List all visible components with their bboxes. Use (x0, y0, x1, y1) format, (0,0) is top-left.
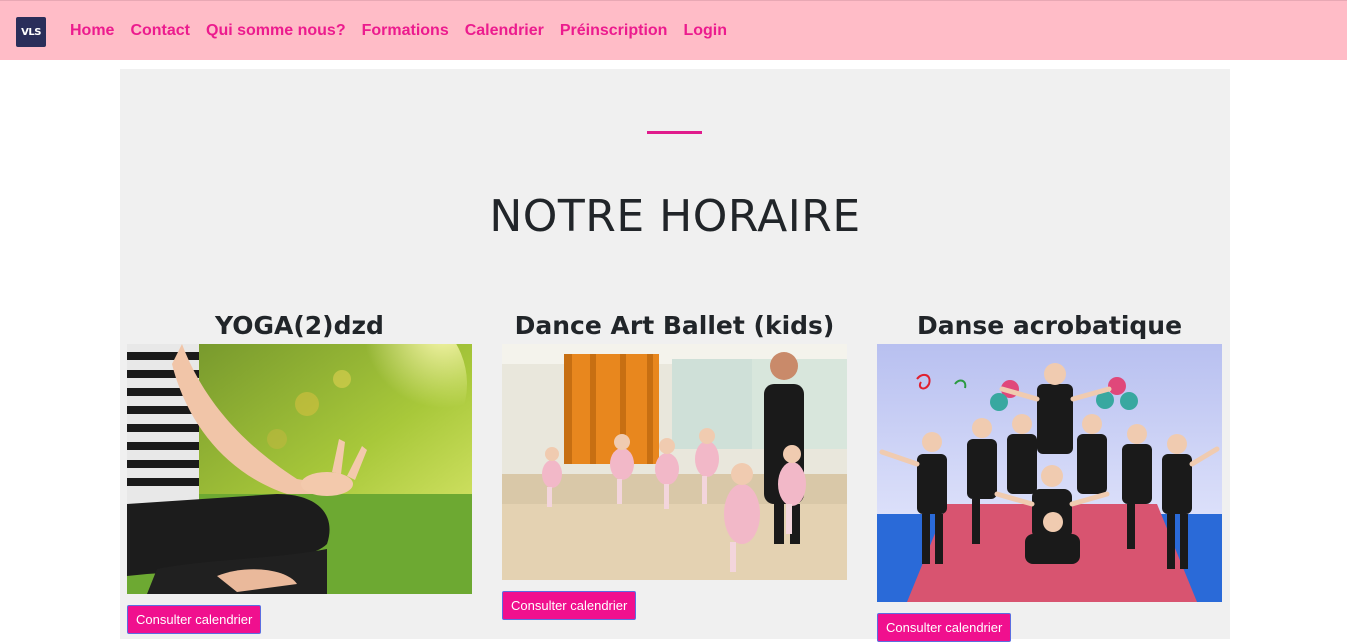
navbar: VLS Home Contact Qui somme nous? Formati… (0, 0, 1347, 60)
nav-links: Home Contact Qui somme nous? Formations … (70, 22, 743, 40)
course-card-ballet: Dance Art Ballet (kids) Consulter calend… (502, 308, 847, 620)
ballet-photo (502, 344, 847, 580)
nav-link-preregistration[interactable]: Préinscription (560, 22, 668, 40)
acrobatic-dance-photo (877, 344, 1222, 602)
schedule-section: NOTRE HORAIRE YOGA(2)dzd Consulter calen… (120, 69, 1230, 642)
nav-link-contact[interactable]: Contact (130, 22, 190, 40)
card-title: Danse acrobatique (916, 311, 1183, 340)
card-title: YOGA(2)dzd (215, 311, 384, 340)
view-calendar-button[interactable]: Consulter calendrier (877, 613, 1012, 642)
card-title: Dance Art Ballet (kids) (514, 311, 835, 340)
title-accent-line (647, 131, 702, 134)
view-calendar-button[interactable]: Consulter calendrier (127, 605, 262, 634)
course-card-yoga: YOGA(2)dzd Consulter calendrier (127, 308, 472, 634)
nav-link-calendar[interactable]: Calendrier (465, 22, 544, 40)
nav-link-about[interactable]: Qui somme nous? (206, 22, 346, 40)
course-card-acrobatic: Danse acrobatique Consulter calendrier (877, 308, 1222, 642)
yoga-photo (127, 344, 472, 594)
nav-link-login[interactable]: Login (683, 22, 727, 40)
nav-link-formations[interactable]: Formations (362, 22, 449, 40)
nav-link-home[interactable]: Home (70, 22, 114, 40)
page-title: NOTRE HORAIRE (489, 191, 861, 242)
view-calendar-button[interactable]: Consulter calendrier (502, 591, 637, 620)
logo[interactable]: VLS (16, 17, 46, 47)
